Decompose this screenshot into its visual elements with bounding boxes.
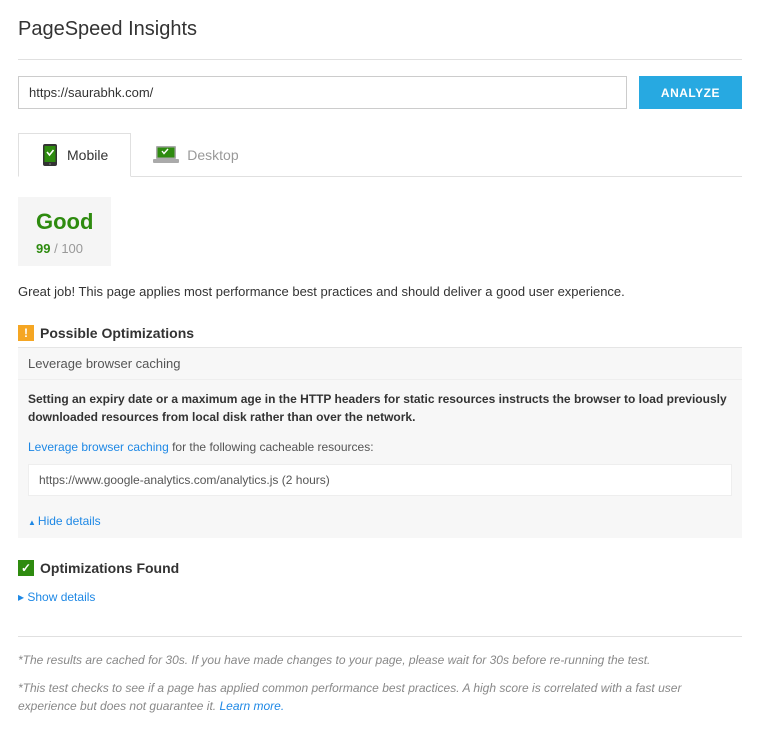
optimization-link-after: for the following cacheable resources: bbox=[169, 440, 374, 454]
tab-mobile-label: Mobile bbox=[67, 147, 108, 163]
show-details-label: Show details bbox=[27, 590, 95, 604]
possible-optimizations-title: Possible Optimizations bbox=[40, 325, 194, 341]
leverage-caching-link[interactable]: Leverage browser caching bbox=[28, 440, 169, 454]
resource-item: https://www.google-analytics.com/analyti… bbox=[28, 464, 732, 496]
optimization-link-row: Leverage browser caching for the followi… bbox=[18, 436, 742, 464]
footer-note-1: *The results are cached for 30s. If you … bbox=[18, 651, 742, 669]
score-total: 100 bbox=[61, 241, 83, 256]
score-separator: / bbox=[50, 241, 61, 256]
warning-icon: ! bbox=[18, 325, 34, 341]
mobile-icon bbox=[41, 144, 59, 166]
expand-arrow-icon: ▸ bbox=[18, 590, 27, 604]
optimization-description: Setting an expiry date or a maximum age … bbox=[18, 380, 742, 436]
divider bbox=[18, 59, 742, 60]
score-label: Good bbox=[36, 209, 93, 235]
possible-optimizations-box: Leverage browser caching Setting an expi… bbox=[18, 347, 742, 538]
footer-note-2: *This test checks to see if a page has a… bbox=[18, 679, 742, 715]
content-area: Good 99 / 100 Great job! This page appli… bbox=[18, 177, 742, 715]
footer-notes: *The results are cached for 30s. If you … bbox=[18, 636, 742, 715]
url-input[interactable] bbox=[18, 76, 627, 109]
footer-note-2-text: *This test checks to see if a page has a… bbox=[18, 681, 681, 713]
score-number: 99 bbox=[36, 241, 50, 256]
optimizations-found-title: Optimizations Found bbox=[40, 560, 179, 576]
optimizations-found-header: ✓ Optimizations Found bbox=[18, 554, 742, 582]
tab-desktop-label: Desktop bbox=[187, 147, 238, 163]
hide-details-label: Hide details bbox=[38, 514, 101, 528]
check-icon: ✓ bbox=[18, 560, 34, 576]
desktop-icon bbox=[153, 145, 179, 165]
tab-mobile[interactable]: Mobile bbox=[18, 133, 131, 177]
score-value: 99 / 100 bbox=[36, 241, 93, 256]
url-bar: ANALYZE bbox=[18, 76, 742, 109]
possible-optimizations-header: ! Possible Optimizations bbox=[18, 319, 742, 347]
show-details-toggle[interactable]: ▸ Show details bbox=[18, 582, 742, 612]
score-box: Good 99 / 100 bbox=[18, 197, 111, 266]
learn-more-link[interactable]: Learn more. bbox=[219, 699, 284, 713]
optimization-subheading: Leverage browser caching bbox=[18, 348, 742, 380]
analyze-button[interactable]: ANALYZE bbox=[639, 76, 742, 109]
collapse-arrow-icon: ▲ bbox=[28, 518, 36, 527]
tabs: Mobile Desktop bbox=[18, 133, 742, 177]
summary-text: Great job! This page applies most perfor… bbox=[18, 284, 742, 299]
tab-desktop[interactable]: Desktop bbox=[131, 133, 260, 176]
page-title: PageSpeed Insights bbox=[18, 18, 742, 41]
hide-details-toggle[interactable]: ▲Hide details bbox=[18, 506, 742, 538]
